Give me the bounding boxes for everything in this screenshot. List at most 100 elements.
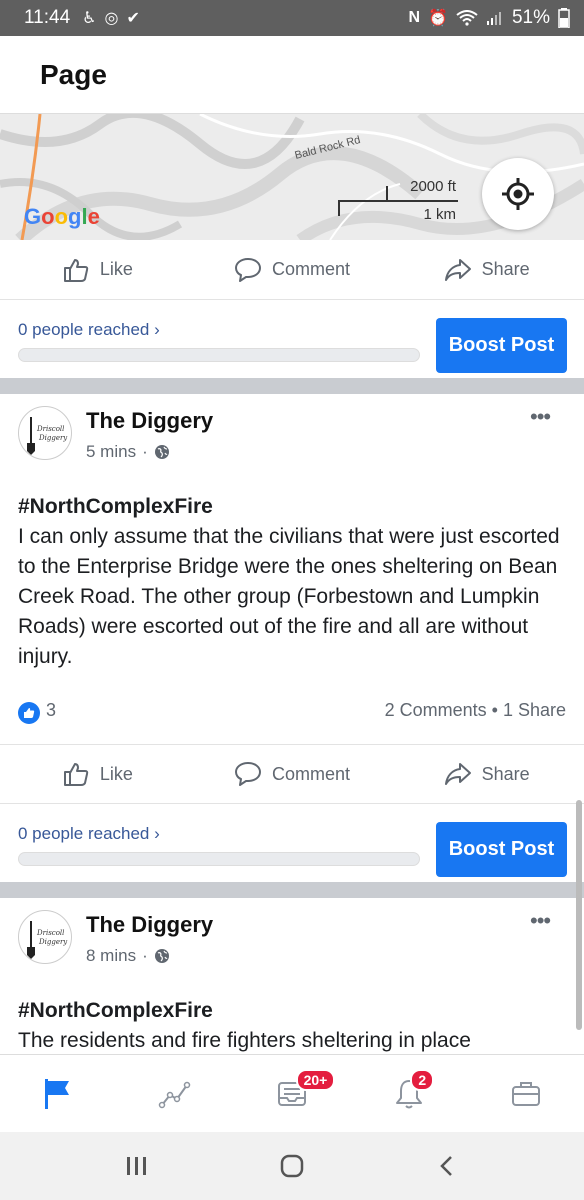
post-meta: 5 mins ·: [86, 442, 170, 462]
signal-icon: [486, 10, 504, 26]
share-button[interactable]: Share: [389, 760, 584, 788]
reach-progress: [18, 348, 420, 362]
boost-post-button[interactable]: Boost Post: [436, 318, 567, 373]
share-count: 1 Share: [502, 700, 566, 720]
post-header: Driscoll Diggery The Diggery 5 mins · ••…: [0, 394, 584, 474]
battery-icon: [558, 8, 570, 28]
crosshair-icon: [502, 178, 534, 210]
alarm-icon: ⏰: [428, 10, 448, 27]
post-meta: 8 mins ·: [86, 946, 170, 966]
notifications-badge: 2: [410, 1068, 435, 1091]
comment-label: Comment: [271, 259, 351, 279]
post-actions: Like Comment Share: [0, 240, 584, 300]
share-button[interactable]: Share: [389, 256, 584, 284]
accessibility-icon: ♿: [82, 10, 97, 27]
comment-icon: [234, 257, 261, 282]
share-icon: [444, 258, 471, 281]
comment-label: Comment: [271, 763, 351, 784]
page-name[interactable]: The Diggery: [86, 408, 213, 434]
comment-icon: [234, 762, 261, 786]
page-avatar[interactable]: Driscoll Diggery: [18, 910, 72, 964]
post-text: #NorthComplexFire I can only assume that…: [18, 492, 574, 672]
like-count: 3: [46, 700, 57, 720]
reach-progress: [18, 852, 420, 866]
post-message: I can only assume that the civilians tha…: [18, 525, 560, 668]
shovel-logo-icon: Driscoll Diggery: [27, 921, 68, 959]
app-header: Page: [0, 36, 584, 114]
inbox-badge: 20+: [295, 1068, 336, 1091]
like-button[interactable]: Like: [0, 256, 195, 284]
home-button[interactable]: [262, 1141, 322, 1191]
recents-icon: [127, 1157, 147, 1175]
post-hashtag[interactable]: #NorthComplexFire: [18, 492, 574, 522]
post-header: Driscoll Diggery The Diggery 8 mins · ••…: [0, 898, 584, 978]
page-avatar[interactable]: Driscoll Diggery: [18, 406, 72, 460]
boost-post-button[interactable]: Boost Post: [436, 822, 567, 877]
globe-icon: [154, 445, 169, 459]
nfc-icon: N: [408, 9, 421, 26]
google-logo: Google: [24, 204, 100, 229]
wifi-icon: [456, 10, 478, 26]
share-label: Share: [481, 259, 530, 279]
svg-text:Driscoll: Driscoll: [36, 425, 64, 433]
promo-row: 0 people reached › Boost Post: [0, 804, 584, 882]
home-icon: [280, 1154, 304, 1178]
svg-text:Driscoll: Driscoll: [36, 929, 64, 937]
comment-count: 2 Comments: [384, 700, 487, 720]
comment-button[interactable]: Comment: [195, 760, 390, 788]
check-icon: ✔: [126, 10, 140, 27]
tab-page[interactable]: [0, 1055, 117, 1133]
post-message: The residents and fire fighters shelteri…: [18, 1029, 471, 1052]
scale-km: 1 km: [423, 206, 456, 223]
people-reached-link[interactable]: 0 people reached ›: [18, 824, 160, 844]
map-scale: 2000 ft 1 km: [338, 178, 468, 228]
tab-inbox[interactable]: 20+: [234, 1055, 351, 1133]
recent-apps-button[interactable]: [107, 1141, 167, 1191]
tab-insights[interactable]: [117, 1055, 234, 1133]
messenger-icon: ◎: [104, 10, 119, 27]
post-time[interactable]: 5 mins: [86, 442, 136, 462]
post-time[interactable]: 8 mins: [86, 946, 136, 966]
svg-text:Diggery: Diggery: [38, 434, 68, 442]
bottom-tab-bar: 20+ 2: [0, 1054, 584, 1132]
like-label: Like: [99, 259, 133, 279]
tab-notifications[interactable]: 2: [350, 1055, 467, 1133]
page-name[interactable]: The Diggery: [86, 912, 213, 938]
status-time: 11:44: [24, 7, 71, 28]
feed-separator: [0, 378, 584, 394]
back-icon: [439, 1156, 452, 1176]
battery-percent: 51%: [511, 7, 550, 28]
engagement-stats[interactable]: 2 Comments • 1 Share: [385, 700, 566, 721]
system-nav-bar: [0, 1132, 584, 1200]
more-options-button[interactable]: •••: [530, 908, 551, 934]
post-actions: Like Comment Share: [0, 744, 584, 804]
svg-text:Diggery: Diggery: [38, 938, 68, 946]
people-reached-link[interactable]: 0 people reached ›: [18, 320, 160, 340]
thumbs-up-icon: [63, 258, 89, 282]
like-reaction-icon: [18, 702, 40, 724]
briefcase-icon: [511, 1081, 540, 1106]
tab-tools[interactable]: [467, 1055, 584, 1133]
insights-icon: [158, 1081, 191, 1108]
shovel-logo-icon: Driscoll Diggery: [27, 417, 68, 455]
locate-button[interactable]: [482, 158, 554, 230]
status-bar: 11:44 ♿ ◎ ✔ N ⏰ 51%: [0, 0, 584, 36]
scale-feet: 2000 ft: [410, 178, 456, 195]
flag-icon: [45, 1078, 70, 1109]
thumbs-up-icon: [63, 763, 89, 786]
page-title: Page: [40, 58, 107, 90]
promo-row: 0 people reached › Boost Post: [0, 300, 584, 378]
comment-button[interactable]: Comment: [195, 256, 390, 284]
scrollbar[interactable]: [576, 800, 582, 1030]
feed-separator: [0, 882, 584, 898]
post-text: #NorthComplexFire The residents and fire…: [18, 996, 574, 1054]
post-hashtag[interactable]: #NorthComplexFire: [18, 996, 574, 1026]
like-button[interactable]: Like: [0, 760, 195, 788]
more-options-button[interactable]: •••: [530, 404, 551, 430]
globe-icon: [154, 949, 169, 963]
reactions-summary[interactable]: 3 2 Comments • 1 Share: [0, 694, 584, 734]
like-label: Like: [99, 763, 133, 784]
share-label: Share: [481, 763, 530, 784]
share-icon: [444, 763, 471, 785]
back-button[interactable]: [417, 1141, 477, 1191]
